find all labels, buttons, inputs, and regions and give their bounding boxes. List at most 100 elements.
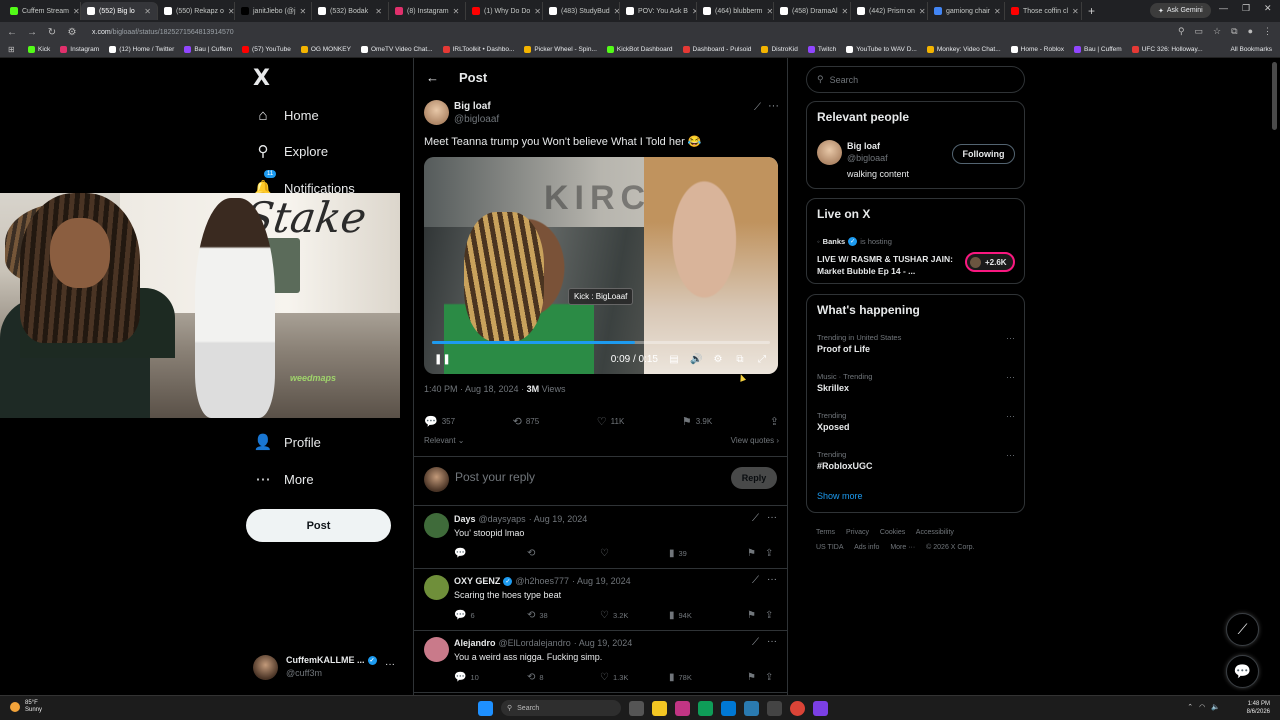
reply-date[interactable]: · Aug 19, 2024 — [529, 514, 588, 524]
maximize-icon[interactable]: ❐ — [1242, 3, 1250, 14]
cast-icon[interactable]: ▭ — [1195, 26, 1204, 37]
reply-action[interactable]: 💬 — [454, 548, 527, 559]
bookmark-item[interactable]: (57) YouTube — [242, 46, 291, 53]
apps-grid-icon[interactable]: ⊞ — [8, 45, 15, 54]
nav-more[interactable]: ⋯ More — [254, 470, 314, 488]
show-more-link[interactable]: Show more — [817, 491, 863, 501]
live-listeners-pill[interactable]: +2.6K — [965, 252, 1015, 272]
share-action[interactable]: ⇪ — [770, 413, 779, 429]
tab-close-icon[interactable]: ✕ — [375, 7, 382, 16]
browser-tab[interactable]: (442) Prism on ✕ — [851, 2, 928, 20]
browser-tab[interactable]: (458) DramaAl ✕ — [774, 2, 851, 20]
settings-gear-icon[interactable]: ⚙ — [712, 354, 724, 365]
app-icon[interactable] — [675, 700, 690, 716]
reply-item[interactable]: OXY GENZ ✓ @h2hoes777 · Aug 19, 2024 Scaring… — [414, 569, 787, 631]
share-action[interactable]: ⇪ — [765, 610, 773, 621]
windows-start-icon[interactable] — [478, 700, 493, 716]
nav-profile[interactable]: 👤 Profile — [254, 433, 321, 451]
following-button[interactable]: Following — [952, 144, 1015, 164]
grok-icon[interactable]: ⟋ — [752, 637, 759, 648]
footer-link[interactable]: Terms — [816, 529, 835, 536]
new-tab-button[interactable]: + — [1082, 4, 1101, 18]
nav-home[interactable]: ⌂ Home — [254, 106, 318, 124]
author-handle[interactable]: @bigloaaf — [454, 114, 499, 125]
file-explorer-icon[interactable] — [652, 700, 667, 716]
footer-link[interactable]: Ads info — [854, 544, 879, 551]
bookmark-item[interactable]: Kick — [28, 46, 50, 53]
wifi-icon[interactable]: ◠ — [1199, 703, 1205, 711]
browser-tab[interactable]: gamiong chair ✕ — [928, 2, 1005, 20]
tab-close-icon[interactable]: ✕ — [766, 7, 773, 16]
trend-item[interactable]: Trending in United States Proof of Life … — [817, 333, 1015, 365]
repost-action[interactable]: ⟲ 875 — [513, 413, 540, 429]
browser-tab[interactable]: (552) Big lo ✕ — [81, 2, 158, 20]
repost-action[interactable]: ⟲ — [527, 548, 600, 559]
like-action[interactable]: ♡ — [600, 548, 669, 559]
more-dots-icon[interactable]: ··· — [1006, 372, 1015, 382]
browser-tab[interactable]: (8) Instagram ✕ — [389, 2, 466, 20]
like-action[interactable]: ♡ 11K — [597, 413, 625, 429]
avatar[interactable] — [424, 513, 449, 538]
bookmark-item[interactable]: Monkey: Video Chat... — [926, 46, 1001, 53]
reply-author-name[interactable]: OXY GENZ — [454, 576, 500, 586]
browser-tab[interactable]: janitJiebo (@j ✕ — [235, 2, 312, 20]
tab-close-icon[interactable]: ✕ — [453, 7, 460, 16]
footer-link[interactable]: Privacy — [846, 529, 869, 536]
nav-explore[interactable]: ⚲ Explore — [254, 142, 329, 160]
bookmark-item[interactable]: YouTube to WAV D... — [846, 46, 917, 53]
bookmark-item[interactable]: Twitch — [807, 46, 836, 53]
app-icon[interactable] — [744, 700, 759, 716]
browser-tab[interactable]: (483) StudyBud ✕ — [543, 2, 620, 20]
grok-icon[interactable]: ⟋ — [752, 575, 759, 586]
views-action[interactable]: ▮ 39 — [669, 548, 747, 559]
chrome-icon[interactable] — [790, 700, 805, 716]
pause-icon[interactable]: ❚❚ — [434, 354, 451, 365]
volume-icon[interactable]: 🔈 — [1211, 703, 1220, 711]
more-dots-icon[interactable]: ··· — [768, 100, 779, 112]
browser-tab[interactable]: (550) Rekapz o ✕ — [158, 2, 235, 20]
fullscreen-icon[interactable]: ⤢ — [756, 354, 768, 365]
browser-tab[interactable]: Cuffem Stream ✕ — [4, 2, 81, 20]
window-close-icon[interactable]: ✕ — [1264, 3, 1272, 14]
bookmark-item[interactable]: Picker Wheel - Spin... — [524, 46, 597, 53]
footer-link[interactable]: US TIDA — [816, 544, 844, 551]
bookmark-item[interactable]: Home - Roblox — [1010, 46, 1064, 53]
reply-action[interactable]: 💬 10 — [454, 672, 527, 683]
reply-author-name[interactable]: Alejandro — [454, 638, 496, 648]
like-action[interactable]: ♡ 3.2K — [600, 610, 669, 621]
bookmark-star-icon[interactable]: ☆ — [1213, 26, 1221, 37]
bookmark-item[interactable]: DistroKid — [761, 46, 798, 53]
bookmark-action[interactable]: ⚑ — [747, 548, 765, 559]
repost-action[interactable]: ⟲ 8 — [527, 672, 600, 683]
back-icon[interactable]: ← — [6, 27, 18, 38]
reply-action[interactable]: 💬 6 — [454, 610, 527, 621]
post-button[interactable]: Post — [246, 509, 391, 542]
back-arrow-icon[interactable]: ← — [426, 70, 439, 85]
view-quotes-link[interactable]: View quotes › — [731, 436, 779, 445]
avatar[interactable] — [424, 575, 449, 600]
captions-icon[interactable]: ▤ — [668, 354, 680, 365]
more-dots-icon[interactable]: ··· — [1006, 411, 1015, 421]
video-progress-bar[interactable] — [432, 341, 770, 344]
trend-item[interactable]: Trending Xposed ··· — [817, 411, 1015, 443]
trend-item[interactable]: Trending #RobloxUGC ··· — [817, 450, 1015, 482]
repost-action[interactable]: ⟲ 38 — [527, 610, 600, 621]
views-action[interactable]: ▮ 94K — [669, 610, 747, 621]
bookmark-action[interactable]: ⚑ 3.9K — [682, 413, 712, 429]
bookmark-item[interactable]: Bau | Cuffem — [184, 46, 232, 53]
tab-close-icon[interactable]: ✕ — [1072, 7, 1079, 16]
reply-input[interactable]: Post your reply — [455, 470, 535, 484]
grok-icon[interactable]: ⟋ — [754, 102, 761, 113]
reply-item[interactable]: Alejandro @ElLordalejandro · Aug 19, 2024 Y… — [414, 631, 787, 693]
x-logo[interactable]: X — [253, 66, 270, 91]
more-dots-icon[interactable]: ··· — [767, 512, 777, 523]
bookmark-item[interactable]: OmeTV Video Chat... — [360, 46, 433, 53]
zoom-icon[interactable]: ⚲ — [1178, 26, 1185, 37]
avatar[interactable] — [817, 140, 842, 165]
minimize-icon[interactable]: — — [1219, 3, 1228, 13]
share-action[interactable]: ⇪ — [765, 548, 773, 559]
app-icon[interactable] — [767, 700, 782, 716]
bookmark-item[interactable]: (12) Home / Twitter — [109, 46, 174, 53]
author-name[interactable]: Big loaf — [454, 101, 491, 112]
account-switcher[interactable]: CuffemKALLME ... ✓ @cuff3m ··· — [253, 655, 403, 685]
